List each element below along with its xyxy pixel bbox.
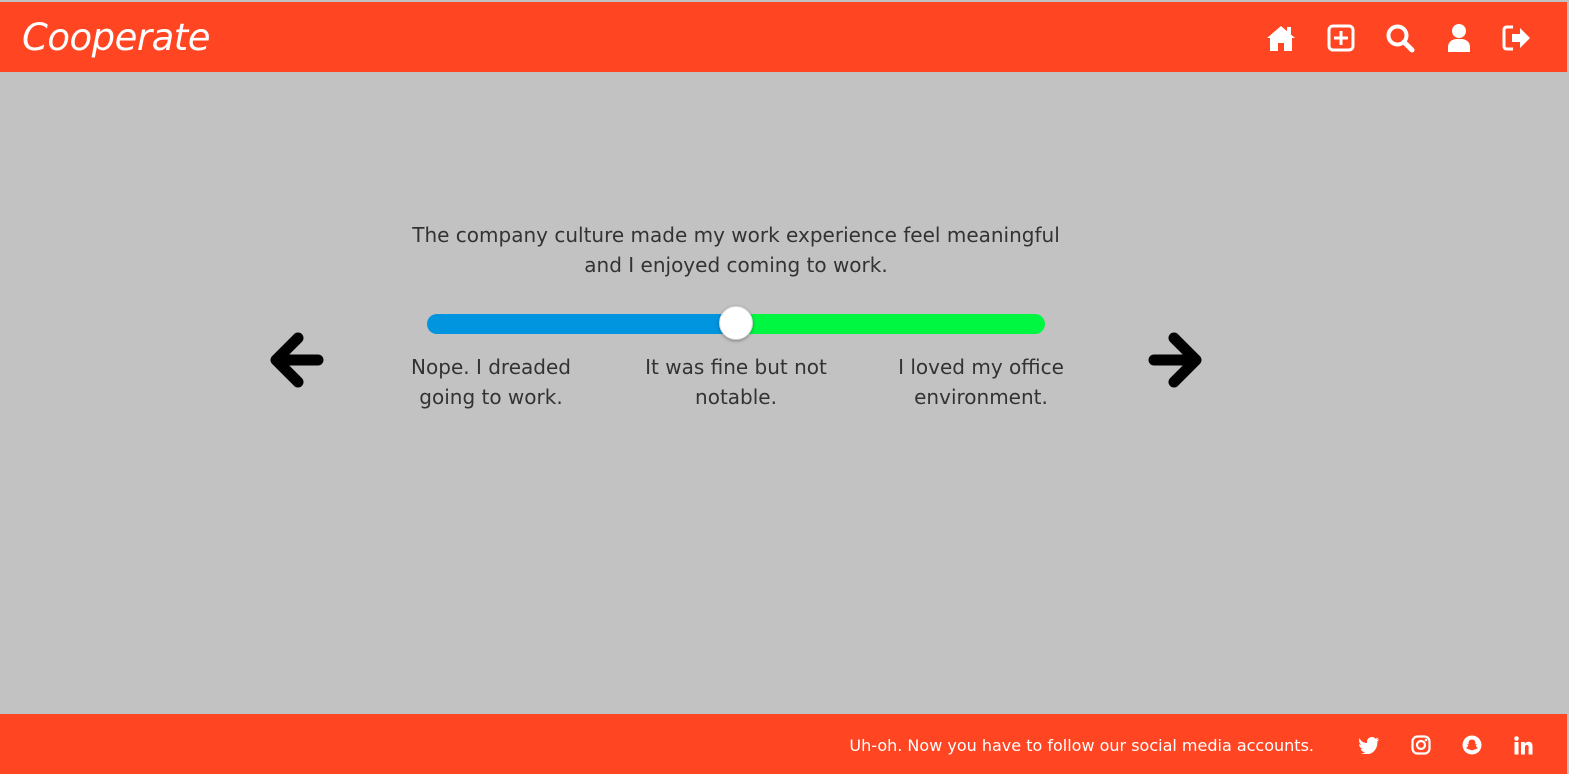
- sign-out-icon[interactable]: [1501, 22, 1533, 54]
- arrow-left-icon: [270, 332, 324, 388]
- top-navbar: Cooperate: [0, 2, 1567, 72]
- footer-text: Uh-oh. Now you have to follow our social…: [849, 736, 1314, 755]
- scale-label-high: I loved my office environment.: [898, 355, 1064, 409]
- slider-fill-low: [427, 314, 736, 334]
- add-square-icon[interactable]: [1325, 22, 1357, 54]
- previous-button[interactable]: [268, 330, 328, 390]
- footer: Uh-oh. Now you have to follow our social…: [0, 714, 1567, 774]
- twitter-icon[interactable]: [1357, 733, 1381, 757]
- user-icon[interactable]: [1443, 22, 1475, 54]
- scale-label-low: Nope. I dreaded going to work.: [411, 355, 571, 409]
- search-icon[interactable]: [1384, 22, 1416, 54]
- survey-question: The company culture made my work experie…: [412, 223, 1060, 277]
- slider-thumb[interactable]: [719, 306, 753, 340]
- linkedin-icon[interactable]: [1511, 733, 1535, 757]
- instagram-icon[interactable]: [1409, 733, 1433, 757]
- app-logo[interactable]: Cooperate: [22, 16, 211, 59]
- next-button[interactable]: [1144, 330, 1204, 390]
- home-icon[interactable]: [1265, 22, 1297, 54]
- scale-label-mid: It was fine but not notable.: [645, 355, 827, 409]
- snapchat-icon[interactable]: [1460, 733, 1484, 757]
- slider-fill-high: [736, 314, 1045, 334]
- arrow-right-icon: [1148, 332, 1202, 388]
